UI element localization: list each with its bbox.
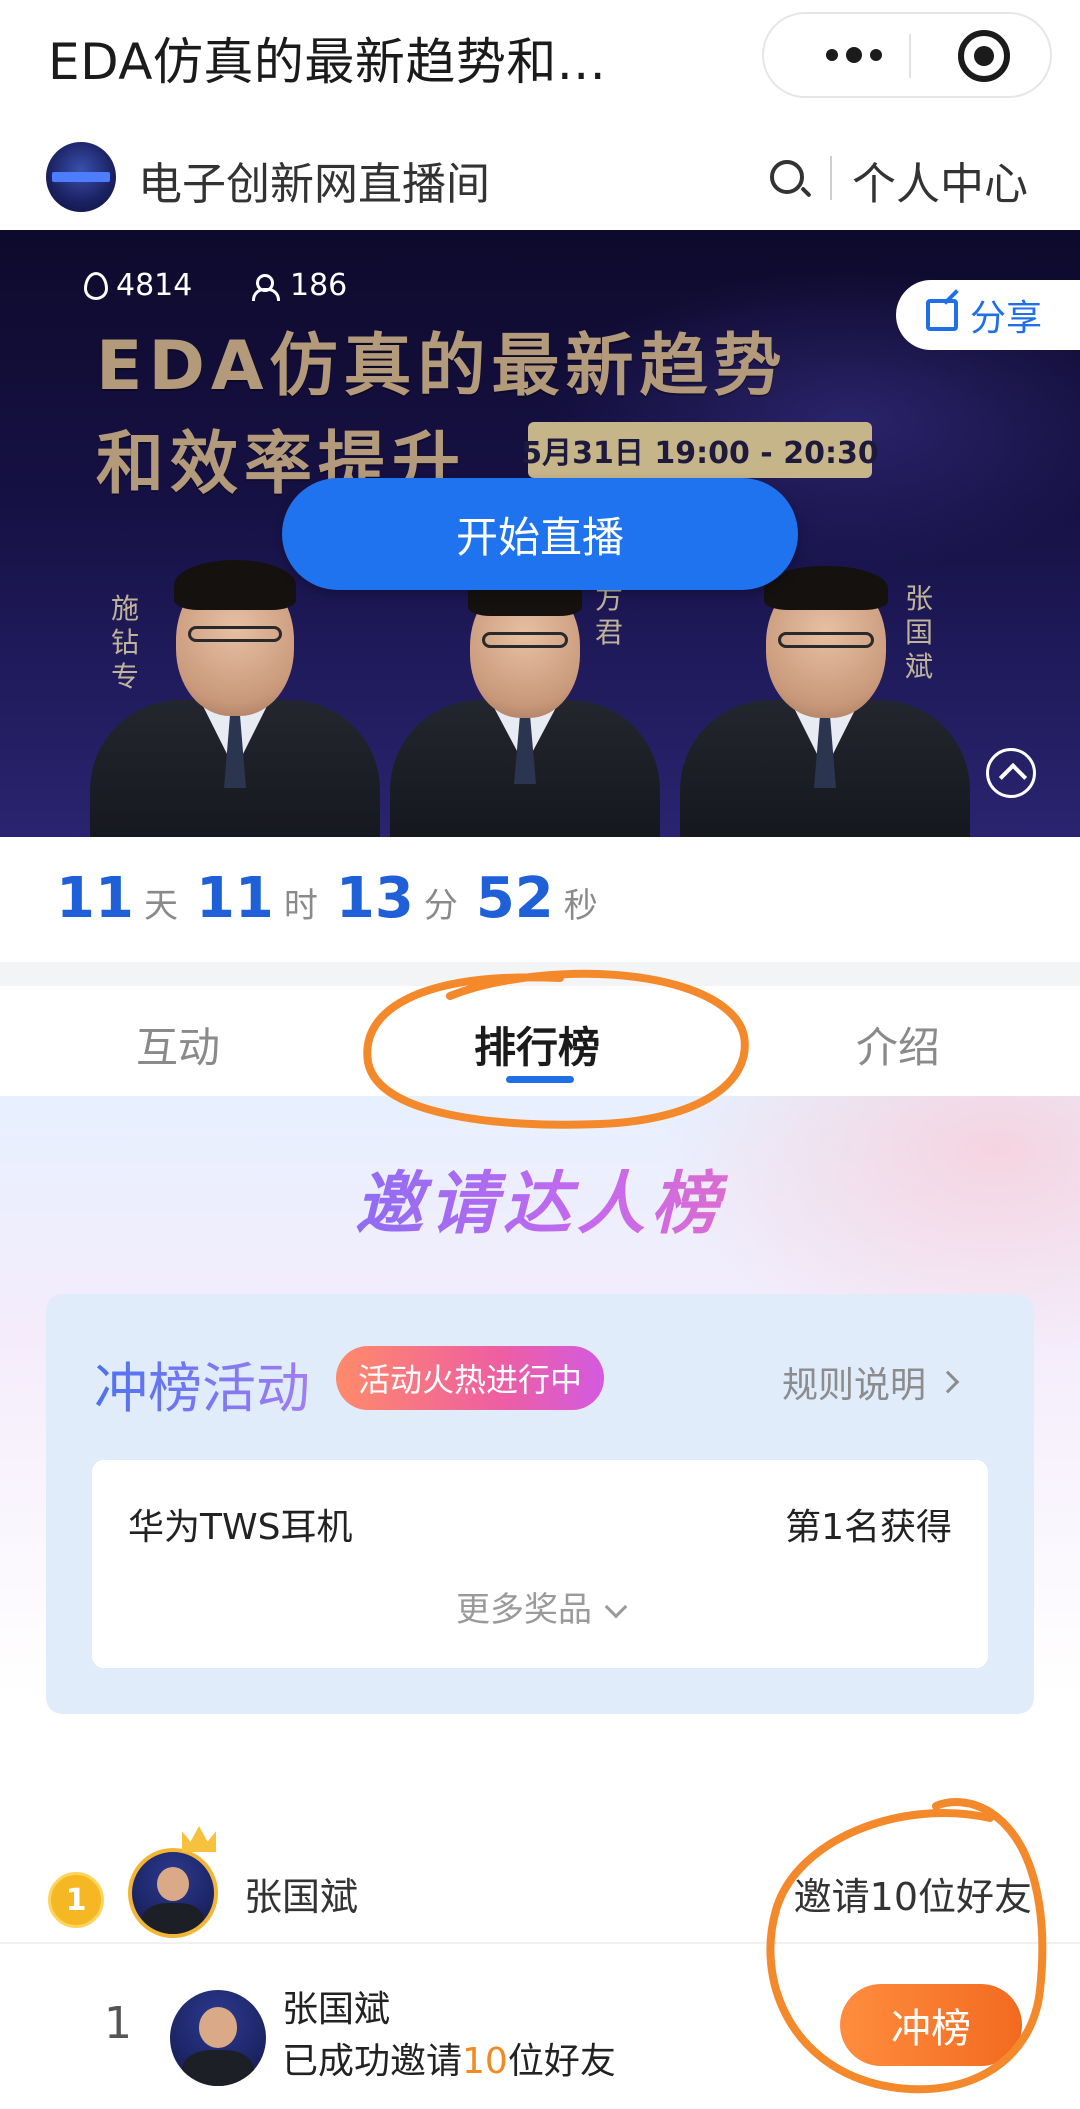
target-circle-icon[interactable]: [958, 30, 1010, 82]
capsule-menu: [762, 12, 1052, 98]
hot-stat: 4814: [84, 268, 192, 303]
channel-logo[interactable]: [46, 142, 116, 212]
more-dots-icon[interactable]: [804, 14, 904, 96]
more-prizes-toggle[interactable]: 更多奖品: [92, 1582, 988, 1631]
activity-title: 冲榜活动: [94, 1344, 310, 1423]
status-prefix: 已成功邀请: [282, 2041, 463, 2082]
avatar: [128, 1848, 218, 1938]
status-count: 10: [462, 2041, 508, 2082]
speaker-photo-2: [390, 550, 660, 837]
crown-icon: [182, 1826, 216, 1852]
countdown-seconds-unit: 秒: [563, 886, 598, 926]
flame-icon: [84, 271, 108, 300]
active-tab-indicator: [506, 1076, 574, 1083]
personal-center-link[interactable]: 个人中心: [852, 148, 1028, 212]
my-rank: 1: [104, 1998, 132, 2049]
window-title: EDA仿真的最新趋势和...: [48, 33, 607, 91]
viewer-count: 186: [290, 268, 348, 303]
prize-box: 华为TWS耳机 第1名获得 更多奖品: [92, 1460, 988, 1668]
rules-label: 规则说明: [782, 1365, 927, 1406]
mini-program-topbar: EDA仿真的最新趋势和...: [0, 0, 1080, 112]
status-suffix: 位好友: [507, 2041, 616, 2082]
start-live-button[interactable]: 开始直播: [282, 478, 798, 590]
countdown-days-unit: 天: [143, 886, 178, 926]
chevron-right-icon: [936, 1370, 960, 1394]
share-label: 分享: [970, 298, 1043, 339]
countdown-timer: 11 天 11 时 13 分 52 秒: [56, 866, 616, 931]
rush-rank-button[interactable]: 冲榜: [840, 1984, 1022, 2066]
collapse-up-icon[interactable]: [986, 748, 1036, 798]
channel-bar: 电子创新网直播间 个人中心: [0, 120, 1080, 230]
ranking-title: 邀请达人榜: [0, 1148, 1080, 1247]
my-invite-status: 已成功邀请10位好友: [282, 2032, 616, 2084]
my-rank-row: 1 张国斌 已成功邀请10位好友 冲榜: [0, 1944, 1080, 2109]
viewer-stat: 186: [252, 268, 347, 303]
section-divider: [0, 962, 1080, 986]
share-icon: [926, 299, 958, 331]
leaderboard-invite-count: 邀请10位好友: [793, 1875, 1032, 1919]
poster-title-line1: EDA仿真的最新趋势: [96, 327, 788, 406]
people-icon: [252, 272, 282, 301]
hot-count: 4814: [116, 268, 193, 303]
live-banner: 4814 186 分享 EDA仿真的最新趋势 和效率提升 5月31日 19:00…: [0, 230, 1080, 837]
channel-name[interactable]: 电子创新网直播间: [138, 148, 490, 212]
my-name: 张国斌: [282, 1989, 391, 2030]
rules-link[interactable]: 规则说明: [782, 1356, 960, 1408]
tab-bar: 互动 排行榜 介绍: [0, 986, 1080, 1096]
event-date-time: 5月31日 19:00 - 20:30: [521, 422, 879, 478]
prize-name: 华为TWS耳机: [128, 1507, 353, 1548]
chevron-down-icon: [604, 1595, 628, 1619]
prize-rank: 第1名获得: [785, 1507, 952, 1548]
capsule-divider: [909, 34, 911, 78]
hot-badge: 活动火热进行中: [336, 1346, 605, 1410]
more-prizes-label: 更多奖品: [456, 1590, 592, 1630]
countdown-days: 11: [56, 866, 134, 931]
tab-interaction[interactable]: 互动: [136, 1014, 220, 1075]
countdown-hours-unit: 时: [283, 886, 318, 926]
countdown-seconds: 52: [475, 866, 554, 931]
tab-ranking[interactable]: 排行榜: [474, 1014, 600, 1075]
leaderboard-name: 张国斌: [244, 1875, 359, 1919]
countdown-minutes-unit: 分: [423, 886, 458, 926]
search-icon[interactable]: [770, 160, 804, 194]
share-button[interactable]: 分享: [896, 280, 1080, 350]
channel-divider: [830, 156, 832, 200]
countdown-hours: 11: [195, 866, 274, 931]
rank-medal-icon: 1: [48, 1872, 104, 1928]
tab-introduction[interactable]: 介绍: [856, 1014, 940, 1075]
my-avatar: [170, 1990, 266, 2086]
activity-card: 冲榜活动 活动火热进行中 规则说明 华为TWS耳机 第1名获得 更多奖品: [46, 1294, 1034, 1714]
countdown-minutes: 13: [335, 866, 414, 931]
